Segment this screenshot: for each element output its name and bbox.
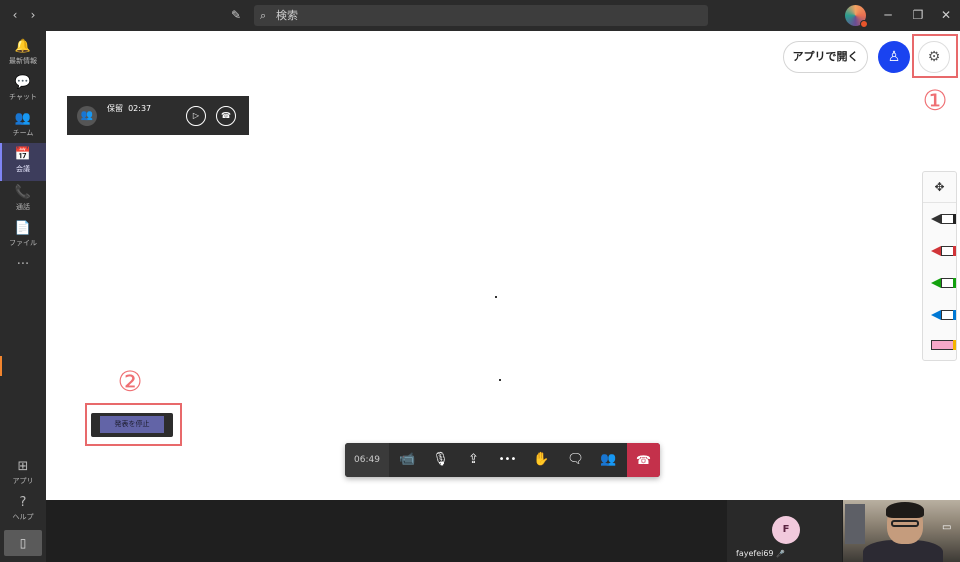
participant-tile[interactable]: F fayefei69 🎤 [727,500,842,562]
black-pen[interactable] [931,214,956,224]
scroll-indicator [0,356,2,376]
sidebar-item-activity[interactable]: 🔔 最新情報 [0,35,46,73]
title-bar: ‹ › ✎ ⌕ 検索 ─ ❐ ✕ [0,0,960,31]
minimize-button[interactable]: ─ [880,0,896,31]
status-badge [860,20,868,28]
stop-presenting-button[interactable]: 発表を停止 [100,416,164,433]
sidebar-item-label: ファイル [9,239,37,247]
help-icon: ? [19,495,27,510]
mic-muted-icon: 🎤 [776,550,785,558]
sidebar-item-label: ヘルプ [12,513,34,521]
sidebar-item-label: チーム [12,129,34,137]
sidebar-item-teams[interactable]: 👥 チーム [0,107,46,145]
self-video[interactable]: ▭ [843,500,960,562]
teams-icon: 👥 [14,111,32,126]
annotation-label-2: ② [117,365,143,398]
hangup-button[interactable]: ☎ [627,443,660,477]
sidebar-item-label: 会議 [16,165,30,173]
app-rail: 🔔 最新情報 💬 チャット 👥 チーム 📅 会議 📞 通話 📄 ファイル ···… [0,31,46,562]
annotation-box-settings [912,34,958,78]
pen-tray: ✥ [922,171,957,361]
open-in-app-button[interactable]: アプリで開く [783,41,868,73]
forward-icon[interactable]: › [26,0,40,31]
close-button[interactable]: ✕ [938,0,954,31]
chat-icon: 💬 [14,75,32,90]
hold-label: 保留 02:37 [107,104,152,113]
raise-hand-button[interactable]: ✋ [525,443,558,477]
canvas-dot [499,379,501,381]
sidebar-item-help[interactable]: ? ヘルプ [0,491,46,529]
mobile-icon[interactable]: ▯ [4,530,42,556]
sidebar-item-calls[interactable]: 📞 通話 [0,181,46,219]
blue-pen[interactable] [931,310,956,320]
call-timer: 06:49 [345,443,389,477]
annotation-label-1: ① [922,84,948,117]
participants-button[interactable]: 👥 [592,443,625,477]
person-icon[interactable]: ♙ [878,41,910,73]
sidebar-item-files[interactable]: 📄 ファイル [0,217,46,255]
restore-button[interactable]: ❐ [910,0,926,31]
search-icon: ⌕ [260,9,267,22]
participant-name: fayefei69 🎤 [736,549,785,558]
avatar: F [772,516,800,544]
sidebar-item-label: 通話 [16,203,30,211]
hold-panel: 👥 保留 02:37 ▷ ☎ [67,96,249,135]
file-icon: 📄 [14,221,32,236]
search-placeholder: 検索 [276,9,298,22]
sidebar-item-label: アプリ [12,477,34,485]
sidebar-item-meetings[interactable]: 📅 会議 [0,143,46,181]
chat-button[interactable]: 🗨 [559,443,592,477]
camera-button[interactable]: 📹 [391,443,424,477]
phone-icon: 📞 [14,185,32,200]
group-call-icon: 👥 [77,106,97,126]
red-pen[interactable] [931,246,956,256]
call-control-bar: 06:49 📹 🎙 ⇪ ••• ✋ 🗨 👥 ☎ [345,443,660,477]
sidebar-item-label: 最新情報 [9,57,37,65]
bell-icon: 🔔 [14,39,32,54]
highlighter[interactable] [931,340,956,350]
apps-icon: ⊞ [17,459,29,474]
green-pen[interactable] [931,278,956,288]
avatar[interactable] [845,5,868,28]
background-shelf [845,504,865,544]
compose-icon[interactable]: ✎ [228,0,244,31]
calendar-icon: 📅 [14,147,32,162]
canvas-dot [495,296,497,298]
camera-icon: ▭ [942,522,952,533]
sidebar-item-label: チャット [9,93,37,101]
resume-button[interactable]: ▷ [186,106,206,126]
back-icon[interactable]: ‹ [8,0,22,31]
move-icon[interactable]: ✥ [923,172,956,203]
sidebar-item-apps[interactable]: ⊞ アプリ [0,455,46,493]
sidebar-item-chat[interactable]: 💬 チャット [0,71,46,109]
person-hair [886,502,924,518]
more-icon: ··· [16,257,30,272]
mic-button[interactable]: 🎙 [424,443,457,477]
person-glasses [891,520,919,527]
search-input[interactable]: ⌕ 検索 [254,5,708,26]
more-actions-button[interactable]: ••• [491,443,524,477]
share-screen-button[interactable]: ⇪ [457,443,490,477]
sidebar-item-more[interactable]: ··· [0,253,46,291]
end-hold-call-button[interactable]: ☎ [216,106,236,126]
